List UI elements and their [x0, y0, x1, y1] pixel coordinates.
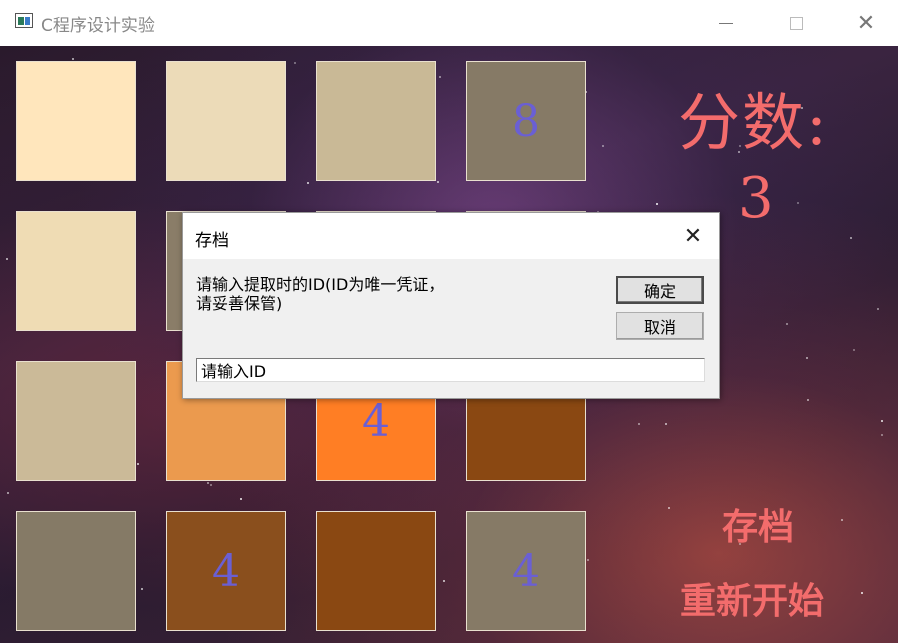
save-dialog: 存档 ✕ 请输入提取时的ID(ID为唯一凭证， 请妥善保管) 确定 取消: [182, 212, 720, 399]
board-tile: [166, 61, 286, 181]
board-tile: 4: [466, 511, 586, 631]
board-tile: [316, 511, 436, 631]
star-decoration: [786, 323, 788, 325]
star-decoration: [210, 484, 212, 486]
dialog-message: 请输入提取时的ID(ID为唯一凭证， 请妥善保管): [196, 275, 596, 313]
star-decoration: [294, 62, 296, 64]
board-tile: [16, 61, 136, 181]
restart-button[interactable]: 重新开始: [680, 572, 824, 624]
window-titlebar: C程序设计实验 ✕: [0, 0, 898, 46]
star-decoration: [7, 492, 9, 494]
star-decoration: [137, 463, 139, 465]
window-title: C程序设计实验: [41, 16, 155, 36]
board-tile: [316, 61, 436, 181]
star-decoration: [807, 399, 809, 401]
app-icon: [15, 13, 33, 28]
score-value: 3: [738, 166, 774, 231]
star-decoration: [806, 357, 808, 359]
star-decoration: [443, 580, 445, 582]
star-decoration: [307, 182, 309, 184]
ok-button[interactable]: 确定: [616, 276, 704, 304]
id-input[interactable]: [196, 358, 705, 382]
star-decoration: [656, 203, 658, 205]
close-icon: ✕: [856, 10, 876, 36]
star-decoration: [141, 588, 143, 590]
star-decoration: [850, 237, 852, 239]
star-decoration: [797, 202, 799, 204]
cancel-button[interactable]: 取消: [616, 312, 704, 340]
star-decoration: [668, 507, 670, 509]
star-decoration: [72, 58, 74, 60]
star-decoration: [861, 592, 863, 594]
dialog-titlebar: 存档 ✕: [183, 213, 719, 259]
minimize-button[interactable]: [704, 0, 748, 46]
star-decoration: [881, 420, 883, 422]
star-decoration: [437, 181, 439, 183]
dialog-message-line1: 请输入提取时的ID(ID为唯一凭证，: [196, 275, 445, 294]
board-tile: [16, 211, 136, 331]
star-decoration: [881, 434, 883, 436]
star-decoration: [602, 145, 604, 147]
maximize-button[interactable]: [774, 0, 818, 46]
save-button[interactable]: 存档: [722, 498, 794, 550]
board-tile: 4: [166, 511, 286, 631]
maximize-icon: [789, 16, 803, 30]
star-decoration: [439, 76, 441, 78]
star-decoration: [240, 498, 242, 500]
star-decoration: [587, 559, 589, 561]
star-decoration: [841, 519, 843, 521]
star-decoration: [665, 423, 667, 425]
star-decoration: [6, 258, 8, 260]
dialog-title: 存档: [195, 231, 229, 251]
star-decoration: [638, 423, 640, 425]
board-tile: [16, 511, 136, 631]
window-close-button[interactable]: ✕: [844, 0, 888, 46]
dialog-close-button[interactable]: ✕: [673, 221, 713, 251]
board-tile: [16, 361, 136, 481]
score-label: 分数:: [678, 86, 829, 159]
close-icon: ✕: [683, 223, 703, 249]
star-decoration: [877, 308, 879, 310]
star-decoration: [207, 482, 209, 484]
dialog-message-line2: 请妥善保管): [196, 294, 283, 313]
minimize-icon: [719, 22, 733, 24]
star-decoration: [853, 349, 855, 351]
board-tile: 8: [466, 61, 586, 181]
